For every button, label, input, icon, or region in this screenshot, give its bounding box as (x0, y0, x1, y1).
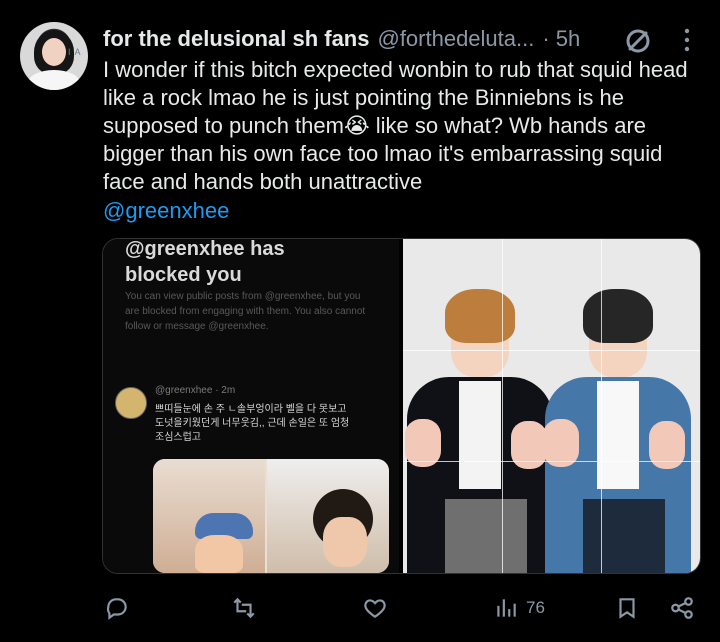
grid-line-vertical-2 (601, 239, 602, 573)
repost-icon (233, 597, 255, 619)
inner-post-meta: @greenxhee · 2m (155, 385, 236, 396)
inner-photo (153, 459, 389, 573)
bookmark-button[interactable] (614, 590, 640, 626)
reply-icon (106, 598, 127, 620)
share-icon (671, 597, 693, 619)
hair (445, 289, 515, 343)
reply-button[interactable] (104, 590, 130, 626)
avatar-tag: I A (68, 47, 82, 57)
post-text: I wonder if this bitch expected wonbin t… (103, 57, 688, 194)
view-count: 76 (526, 598, 545, 617)
media-attachment[interactable]: @greenxhee has blocked you You can view … (102, 238, 701, 574)
hair (583, 289, 653, 343)
inner-avatar (115, 387, 147, 419)
face-shape-left (195, 535, 243, 573)
like-button[interactable] (362, 590, 388, 626)
person-right (541, 289, 693, 573)
like-icon (364, 599, 386, 618)
group-photo[interactable] (403, 239, 700, 573)
bookmark-icon (619, 598, 635, 619)
hand-left (405, 419, 441, 467)
blocked-notice: You can view public posts from @greenxhe… (125, 291, 366, 332)
author-name[interactable]: for the delusional sh fans (103, 26, 369, 52)
profile-avatar[interactable]: I A (20, 22, 88, 90)
blocked-screenshot[interactable]: @greenxhee has blocked you You can view … (103, 239, 399, 573)
author-handle[interactable]: @forthedeluta... (377, 26, 534, 52)
repost-button[interactable] (231, 590, 257, 626)
blocked-title: @greenxhee has blocked you (125, 239, 285, 286)
grid-line-vertical-1 (502, 239, 503, 573)
post-timestamp[interactable]: · 5h (542, 26, 580, 52)
shirt (459, 381, 501, 489)
shirt (597, 381, 639, 489)
avatar-shirt (28, 70, 80, 90)
inner-post-text: 쁘띠들눈에 손 주 ㄴ솔부엉이라 벨을 다 못보고 도넛을키웠던게 너무웃김,,… (155, 404, 350, 443)
action-bar: 76 (0, 590, 720, 626)
face-shape-right (323, 517, 367, 567)
hand-left (543, 419, 579, 467)
grid-line-horizontal-2 (403, 461, 700, 462)
views-button[interactable]: 76 (493, 590, 545, 626)
avatar-face (42, 38, 66, 66)
post-header: for the delusional sh fans @forthedeluta… (103, 24, 623, 54)
more-icon[interactable] (677, 27, 697, 53)
views-icon (497, 599, 516, 617)
share-button[interactable] (669, 590, 695, 626)
mention-link[interactable]: @greenxhee (103, 198, 229, 224)
grok-icon[interactable] (622, 25, 654, 57)
pants (583, 499, 665, 573)
person-left (403, 289, 555, 573)
grid-line-horizontal-1 (403, 350, 700, 351)
pants (445, 499, 527, 573)
